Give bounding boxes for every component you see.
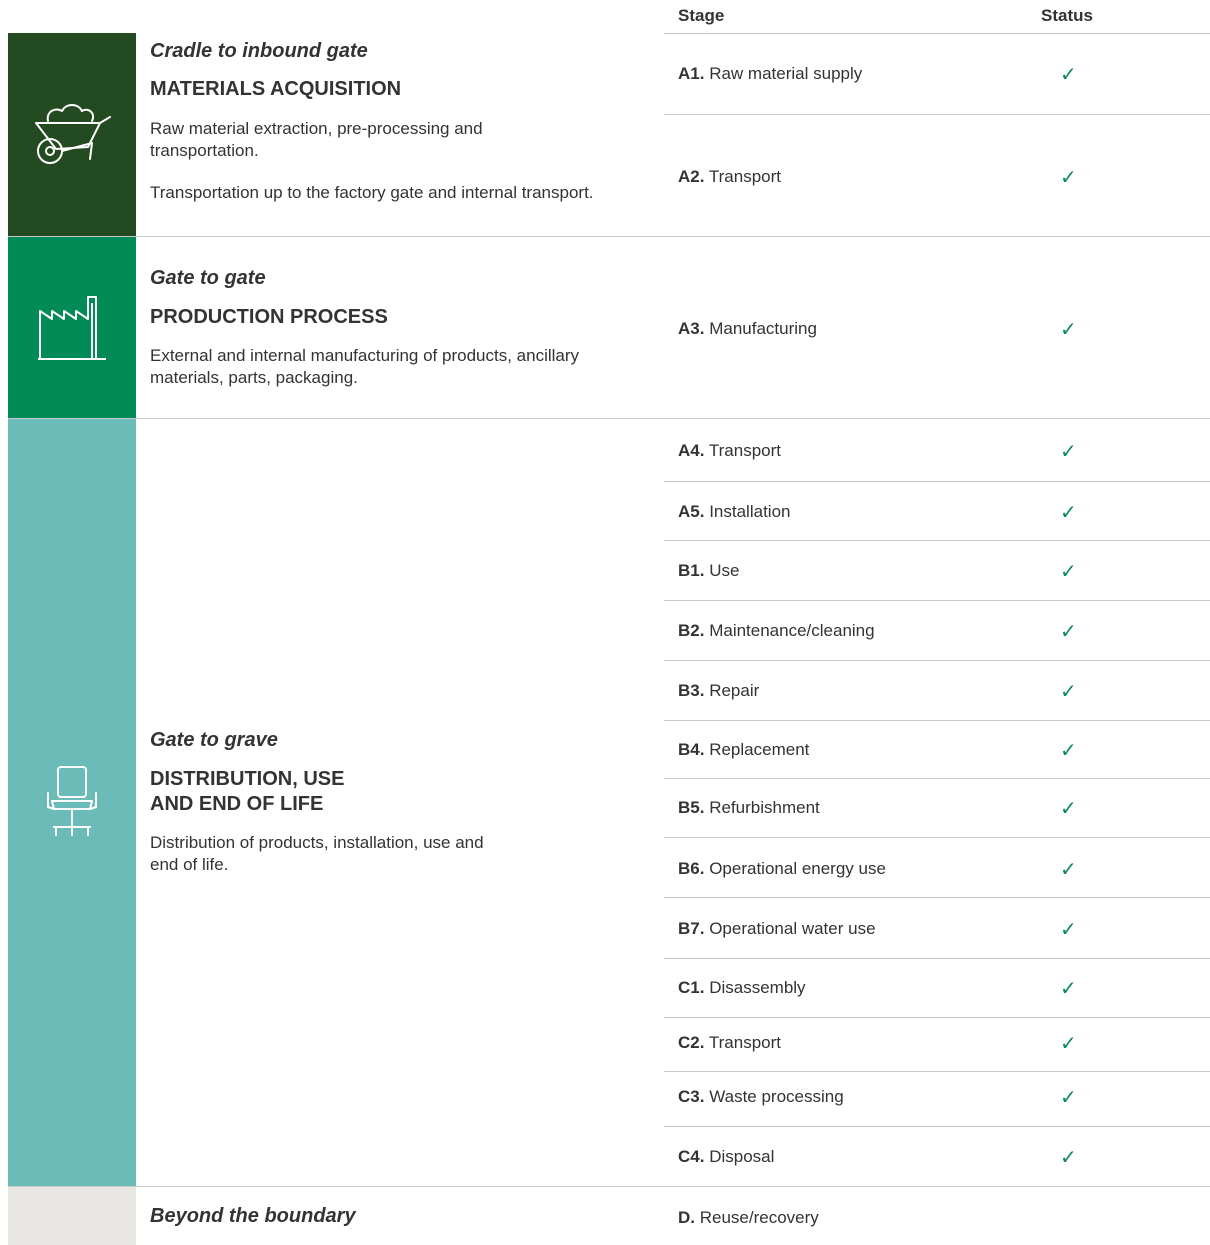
check-icon: ✓ — [1060, 64, 1077, 86]
section-description: Raw material extraction, pre-processing … — [150, 119, 483, 160]
check-icon: ✓ — [1060, 167, 1077, 189]
check-icon: ✓ — [1060, 621, 1077, 643]
row-divider — [664, 481, 1210, 482]
beyond-band — [8, 1186, 136, 1245]
stage-row: C3. Waste processing ✓ — [678, 1087, 1077, 1109]
stage-column-header: Stage — [678, 6, 725, 25]
check-icon: ✓ — [1060, 798, 1077, 820]
production-band — [8, 237, 136, 418]
check-icon: ✓ — [1060, 1087, 1077, 1109]
stage-row: B6. Operational energy use ✓ — [678, 859, 1077, 881]
row-divider — [664, 540, 1210, 541]
section-title: MATERIALS ACQUISITION — [150, 78, 402, 100]
check-icon: ✓ — [1060, 441, 1077, 463]
row-divider — [664, 660, 1210, 661]
stage-row: A3. Manufacturing ✓ — [678, 319, 1077, 341]
stage-row: C4. Disposal ✓ — [678, 1147, 1077, 1169]
row-divider — [664, 897, 1210, 898]
section-subtitle: Beyond the boundary — [150, 1205, 356, 1227]
header-divider — [664, 33, 1210, 34]
section-subtitle: Gate to grave — [150, 729, 278, 751]
check-icon: ✓ — [1060, 681, 1077, 703]
check-icon: ✓ — [1060, 978, 1077, 1000]
row-divider — [664, 778, 1210, 779]
section-description: Transportation up to the factory gate an… — [150, 183, 594, 202]
row-divider — [664, 837, 1210, 838]
stage-row: A2. Transport ✓ — [678, 167, 1077, 189]
row-divider — [664, 1126, 1210, 1127]
section-title: PRODUCTION PROCESS — [150, 306, 388, 328]
section-divider — [8, 236, 1210, 237]
row-divider — [664, 1071, 1210, 1072]
row-divider — [664, 958, 1210, 959]
check-icon: ✓ — [1060, 1147, 1077, 1169]
factory-icon — [38, 295, 106, 360]
stage-row: C1. Disassembly ✓ — [678, 978, 1077, 1000]
check-icon: ✓ — [1060, 859, 1077, 881]
materials-text-block: Cradle to inbound gate MATERIALS ACQUISI… — [150, 40, 650, 204]
stage-row: B3. Repair ✓ — [678, 681, 1077, 703]
stage-row: C2. Transport ✓ — [678, 1033, 1077, 1055]
check-icon: ✓ — [1060, 319, 1077, 341]
stage-row: A5. Installation ✓ — [678, 502, 1077, 524]
section-subtitle: Gate to gate — [150, 267, 266, 289]
section-description: Distribution of products, installation, … — [150, 833, 484, 874]
distribution-band — [8, 418, 136, 1186]
section-divider — [8, 1186, 1210, 1187]
section-title: DISTRIBUTION, USE AND END OF LIFE — [150, 768, 345, 815]
distribution-text-block: Gate to grave DISTRIBUTION, USE AND END … — [150, 729, 650, 876]
section-description: External and internal manufacturing of p… — [150, 346, 580, 387]
wheelbarrow-icon — [35, 104, 111, 164]
check-icon: ✓ — [1060, 502, 1077, 524]
stage-row: B1. Use ✓ — [678, 561, 1077, 583]
row-divider — [664, 1017, 1210, 1018]
section-divider — [8, 418, 1210, 419]
stage-row: B4. Replacement ✓ — [678, 740, 1077, 762]
check-icon: ✓ — [1060, 740, 1077, 762]
stage-row: A1. Raw material supply ✓ — [678, 64, 1077, 86]
materials-band — [8, 33, 136, 237]
status-column-header: Status — [1041, 6, 1093, 25]
stage-row: B7. Operational water use ✓ — [678, 919, 1077, 941]
stage-row: A4. Transport ✓ — [678, 441, 1077, 463]
production-text-block: Gate to gate PRODUCTION PROCESS External… — [150, 267, 650, 389]
section-subtitle: Cradle to inbound gate — [150, 40, 368, 62]
stage-row: D. Reuse/recovery — [678, 1208, 819, 1227]
row-divider — [664, 114, 1210, 115]
row-divider — [664, 600, 1210, 601]
row-divider — [664, 720, 1210, 721]
office-chair-icon — [47, 766, 97, 836]
stage-row: B2. Maintenance/cleaning ✓ — [678, 621, 1077, 643]
check-icon: ✓ — [1060, 561, 1077, 583]
stage-row: B5. Refurbishment ✓ — [678, 798, 1077, 820]
check-icon: ✓ — [1060, 1033, 1077, 1055]
check-icon: ✓ — [1060, 919, 1077, 941]
beyond-text-block: Beyond the boundary — [150, 1205, 650, 1228]
